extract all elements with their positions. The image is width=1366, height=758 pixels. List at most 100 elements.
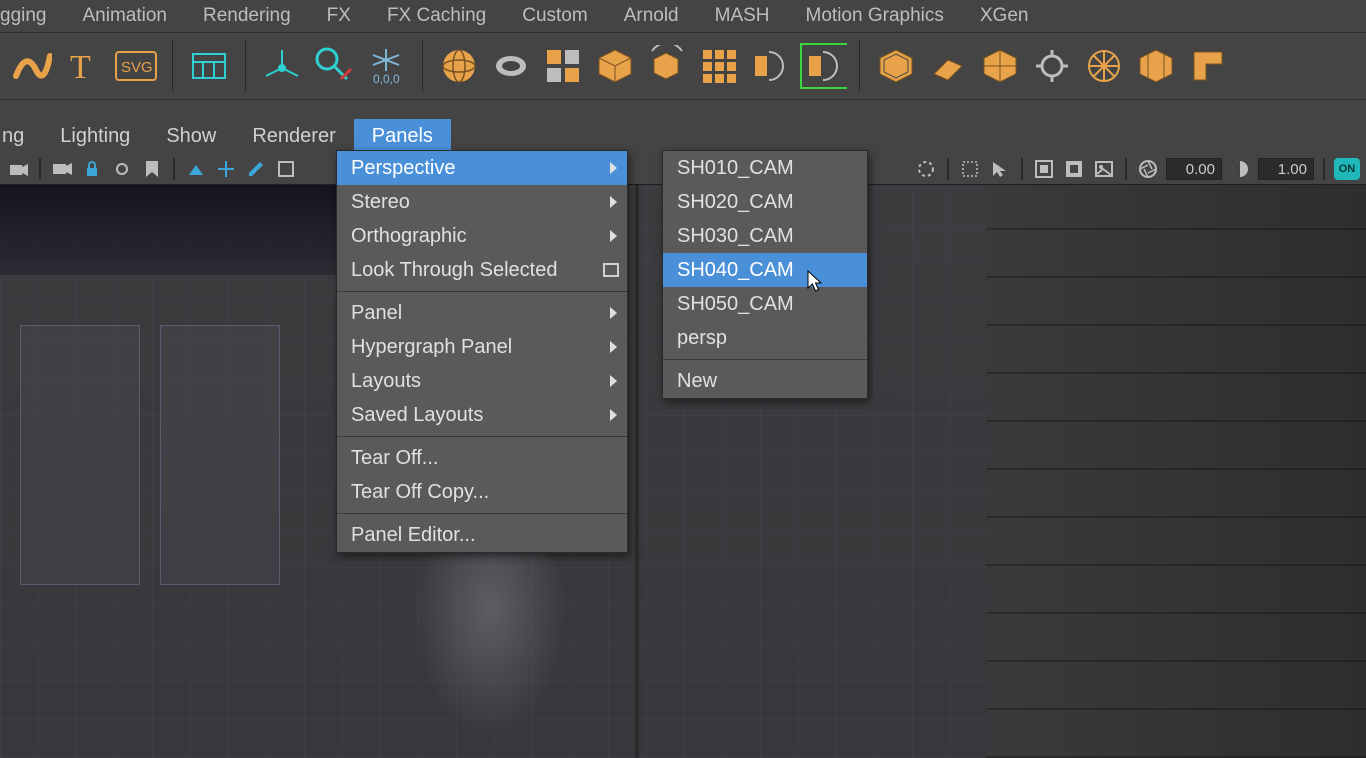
submenu-arrow-icon [610,375,617,387]
image-icon[interactable] [1092,157,1116,181]
submenu-arrow-icon [610,307,617,319]
menu-xgen[interactable]: XGen [962,0,1047,33]
shelf-grid-quad-icon[interactable] [539,42,587,90]
panels-menu-item-layouts[interactable]: Layouts [337,364,627,398]
shelf-radial-icon[interactable] [1080,42,1128,90]
menu-rigging[interactable]: gging [0,0,65,33]
shelf-gear-icon[interactable] [1028,42,1076,90]
shelf-separator [245,40,246,92]
panels-menu-item-panel-editor[interactable]: Panel Editor... [337,518,627,552]
menu-arnold[interactable]: Arnold [606,0,697,33]
marquee-icon[interactable] [958,157,982,181]
panels-menu-item-saved-layouts[interactable]: Saved Layouts [337,398,627,432]
panels-menu-item-orthographic[interactable]: Orthographic [337,219,627,253]
shelf-ring-icon[interactable] [487,42,535,90]
persp-submenu-item-sh020-cam[interactable]: SH020_CAM [663,185,867,219]
shelf-cube-icon[interactable] [591,42,639,90]
shelf-plane-icon[interactable] [924,42,972,90]
shelf-corner-icon[interactable] [1184,42,1232,90]
panels-menu: PerspectiveStereoOrthographicLook Throug… [336,150,628,553]
option-box-icon[interactable] [603,263,619,277]
panels-menu-item-look-through-selected[interactable]: Look Through Selected [337,253,627,287]
submenu-arrow-icon [610,162,617,174]
panel-menu-panels[interactable]: Panels [354,119,451,154]
panels-menu-item-hypergraph-panel[interactable]: Hypergraph Panel [337,330,627,364]
main-menu-bar: gging Animation Rendering FX FX Caching … [0,0,1366,32]
color-management-toggle[interactable]: ON [1334,158,1360,180]
render-icon[interactable] [274,157,298,181]
viewport-wire-panel [160,325,280,585]
panels-menu-item-perspective[interactable]: Perspective [337,151,627,185]
panels-menu-item-panel[interactable]: Panel [337,296,627,330]
menu-animation[interactable]: Animation [65,0,186,33]
panels-menu-divider [337,291,627,292]
image-plane-icon[interactable] [184,157,208,181]
contrast-icon[interactable] [1228,157,1252,181]
panel-menu-lighting[interactable]: Lighting [42,119,148,154]
shelf-cube-grid-icon[interactable] [1132,42,1180,90]
panels-menu-item-tear-off-copy[interactable]: Tear Off Copy... [337,475,627,509]
shelf-cube-rotate-icon[interactable] [643,42,691,90]
panels-menu-item-tear-off[interactable]: Tear Off... [337,441,627,475]
menu-custom[interactable]: Custom [504,0,605,33]
camera-lock-icon[interactable] [80,157,104,181]
panels-menu-divider [337,513,627,514]
vt-separator [1021,158,1023,180]
persp-submenu-item-sh030-cam[interactable]: SH030_CAM [663,219,867,253]
persp-submenu-item-persp[interactable]: persp [663,321,867,355]
panel-menu-bar: ng Lighting Show Renderer Panels [0,118,1366,154]
camera-gear-icon[interactable] [110,157,134,181]
menu-mash[interactable]: MASH [697,0,788,33]
persp-submenu-item-sh050-cam[interactable]: SH050_CAM [663,287,867,321]
shelf-snowflake-icon[interactable]: 0,0,0 [362,42,410,90]
viewport-bg-right [986,185,1366,758]
rect-outer-icon[interactable] [1032,157,1056,181]
bookmark-icon[interactable] [140,157,164,181]
shelf-separator [422,40,423,92]
exposure-value[interactable]: 0.00 [1166,158,1222,180]
shelf-axis-icon[interactable] [258,42,306,90]
aperture-icon[interactable] [1136,157,1160,181]
panel-menu-show[interactable]: Show [148,119,234,154]
select-camera-icon[interactable] [6,157,30,181]
menu-fx[interactable]: FX [309,0,369,33]
shelf-freeze-transform-icon[interactable] [310,42,358,90]
arrow-cursor-icon[interactable] [988,157,1012,181]
pencil-icon[interactable] [244,157,268,181]
shelf-cube-unfold-icon[interactable] [976,42,1024,90]
isolate-icon[interactable] [914,157,938,181]
camera-icon[interactable] [50,157,74,181]
menu-motion-graphics[interactable]: Motion Graphics [788,0,962,33]
persp-submenu-item-new[interactable]: New [663,364,867,398]
submenu-arrow-icon [610,409,617,421]
shelf-curve-icon[interactable] [8,42,56,90]
shelf-spreadsheet-icon[interactable] [185,42,233,90]
svg-text:0,0,0: 0,0,0 [373,72,400,86]
menu-rendering[interactable]: Rendering [185,0,309,33]
gamma-value[interactable]: 1.00 [1258,158,1314,180]
vt-separator [1125,158,1127,180]
panels-menu-divider [337,436,627,437]
move-icon[interactable] [214,157,238,181]
shelf-separator [859,40,860,92]
panels-menu-item-stereo[interactable]: Stereo [337,185,627,219]
panel-menu-ng[interactable]: ng [0,119,42,154]
shelf-svg-icon[interactable]: SVG [112,42,160,90]
shelf-mirror-active-icon[interactable] [799,42,847,90]
rect-inner-icon[interactable] [1062,157,1086,181]
persp-submenu-divider [663,359,867,360]
persp-submenu-item-sh040-cam[interactable]: SH040_CAM [663,253,867,287]
perspective-submenu: SH010_CAMSH020_CAMSH030_CAMSH040_CAMSH05… [662,150,868,399]
shelf-grid-3x3-icon[interactable] [695,42,743,90]
vt-separator [173,158,175,180]
vt-separator [1323,158,1325,180]
panel-menu-renderer[interactable]: Renderer [234,119,353,154]
shelf-mirror-left-icon[interactable] [747,42,795,90]
menu-fx-caching[interactable]: FX Caching [369,0,504,33]
shelf-text-icon[interactable]: T [60,42,108,90]
shelf-sphere-icon[interactable] [435,42,483,90]
submenu-arrow-icon [610,230,617,242]
viewport-wire-panel [20,325,140,585]
persp-submenu-item-sh010-cam[interactable]: SH010_CAM [663,151,867,185]
shelf-cube-wire-icon[interactable] [872,42,920,90]
